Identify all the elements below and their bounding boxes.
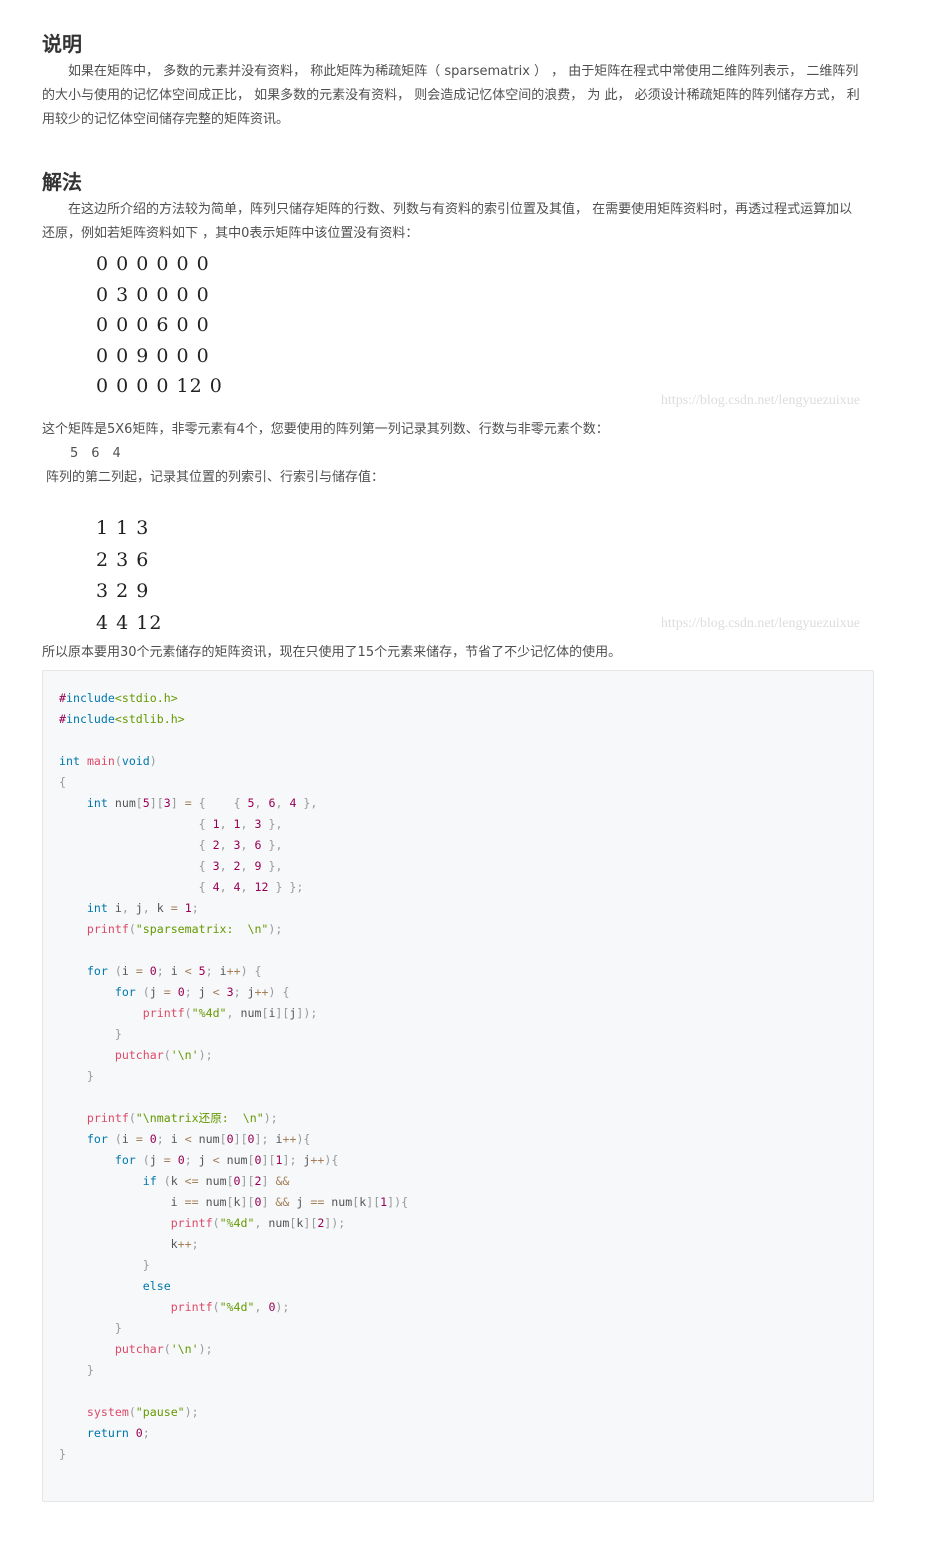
- matrix-row: 0 0 0 6 0 0: [96, 314, 210, 336]
- sparse-row: 4 4 12: [96, 611, 163, 634]
- code-line: return 0;: [86, 1426, 150, 1440]
- matrix-row: 0 0 0 0 12 0: [96, 375, 223, 397]
- code-line: #include<stdlib.h>: [59, 712, 185, 726]
- code-line: int main(void): [59, 754, 157, 768]
- paragraph: 如果在矩阵中， 多数的元素并没有资料， 称此矩阵为稀疏矩阵（ sparsemat…: [42, 64, 860, 127]
- code-line: }: [86, 1363, 94, 1377]
- paragraph: 这个矩阵是5X6矩阵，非零元素有4个，您要使用的阵列第一列记录其列数、行数与非零…: [42, 422, 609, 437]
- code-line: {: [59, 775, 66, 789]
- code-line: { 3, 2, 9 },: [198, 859, 283, 873]
- code-line: }: [59, 1447, 66, 1461]
- code-line: printf("%4d", 0);: [170, 1300, 290, 1314]
- code-line: int i, j, k = 1;: [86, 901, 199, 915]
- code-line: k++;: [59, 1237, 199, 1251]
- code-line: { 1, 1, 3 },: [198, 817, 283, 831]
- code-line: }: [86, 1069, 94, 1083]
- code-line: i == num[k][0] && j == num[k][1]){: [59, 1195, 409, 1209]
- code-line: printf("sparsematrix: \n");: [86, 922, 283, 936]
- code-line: printf("%4d", num[i][j]);: [142, 1006, 318, 1020]
- code-line: if (k <= num[0][2] &&: [142, 1174, 290, 1188]
- code-line: else: [142, 1279, 171, 1293]
- code-line: printf("\nmatrix还原: \n");: [86, 1111, 278, 1125]
- first-row-values: 5 6 4: [70, 446, 121, 461]
- section-heading: 说明: [42, 32, 82, 56]
- code-line: for (i = 0; i < num[0][0]; i++){: [86, 1132, 311, 1146]
- code-line: system("pause");: [86, 1405, 199, 1419]
- paragraph: 在这边所介绍的方法较为简单，阵列只储存矩阵的行数、列数与有资料的索引位置及其值，…: [42, 202, 853, 241]
- code-line: putchar('\n');: [114, 1048, 213, 1062]
- code-content: #include<stdio.h> #include<stdlib.h> int …: [43, 671, 873, 1482]
- sparse-row: 1 1 3: [96, 517, 150, 539]
- code-line: { 2, 3, 6 },: [198, 838, 283, 852]
- code-line: for (j = 0; j < 3; j++) {: [114, 985, 290, 999]
- code-line: for (j = 0; j < num[0][1]; j++){: [114, 1153, 339, 1167]
- code-line: putchar('\n');: [114, 1342, 213, 1356]
- matrix-display: 0 0 0 0 0 0 0 3 0 0 0 0 0 0 0 6 0 0 0 0 …: [96, 249, 223, 402]
- sparse-array-display: 1 1 3 2 3 6 3 2 9 4 4 12: [96, 513, 162, 639]
- code-line: { 4, 4, 12 } };: [198, 880, 304, 894]
- sparse-row: 2 3 6: [96, 548, 150, 571]
- code-line: int num[5][3] = { { 5, 6, 4 },: [86, 796, 318, 810]
- watermark: https://blog.csdn.net/lengyuezuixue: [660, 393, 860, 408]
- paragraph: 所以原本要用30个元素储存的矩阵资讯，现在只使用了15个元素来储存，节省了不少记…: [42, 645, 622, 660]
- code-block: #include<stdio.h> #include<stdlib.h> int …: [42, 670, 874, 1502]
- code-line: }: [114, 1321, 122, 1335]
- section-heading: 解法: [42, 170, 82, 194]
- sparse-row: 3 2 9: [96, 580, 150, 602]
- matrix-row: 0 0 9 0 0 0: [96, 344, 210, 367]
- code-line: }: [114, 1027, 122, 1041]
- code-line: }: [142, 1258, 150, 1272]
- paragraph: 阵列的第二列起，记录其位置的列索引、行索引与储存值：: [46, 470, 385, 485]
- matrix-row: 0 3 0 0 0 0: [96, 283, 210, 306]
- code-line: #include<stdio.h>: [59, 691, 178, 705]
- matrix-row: 0 0 0 0 0 0: [96, 253, 210, 275]
- code-line: printf("%4d", num[k][2]);: [170, 1216, 346, 1230]
- code-line: for (i = 0; i < 5; i++) {: [86, 964, 262, 978]
- watermark: https://blog.csdn.net/lengyuezuixue: [660, 616, 860, 631]
